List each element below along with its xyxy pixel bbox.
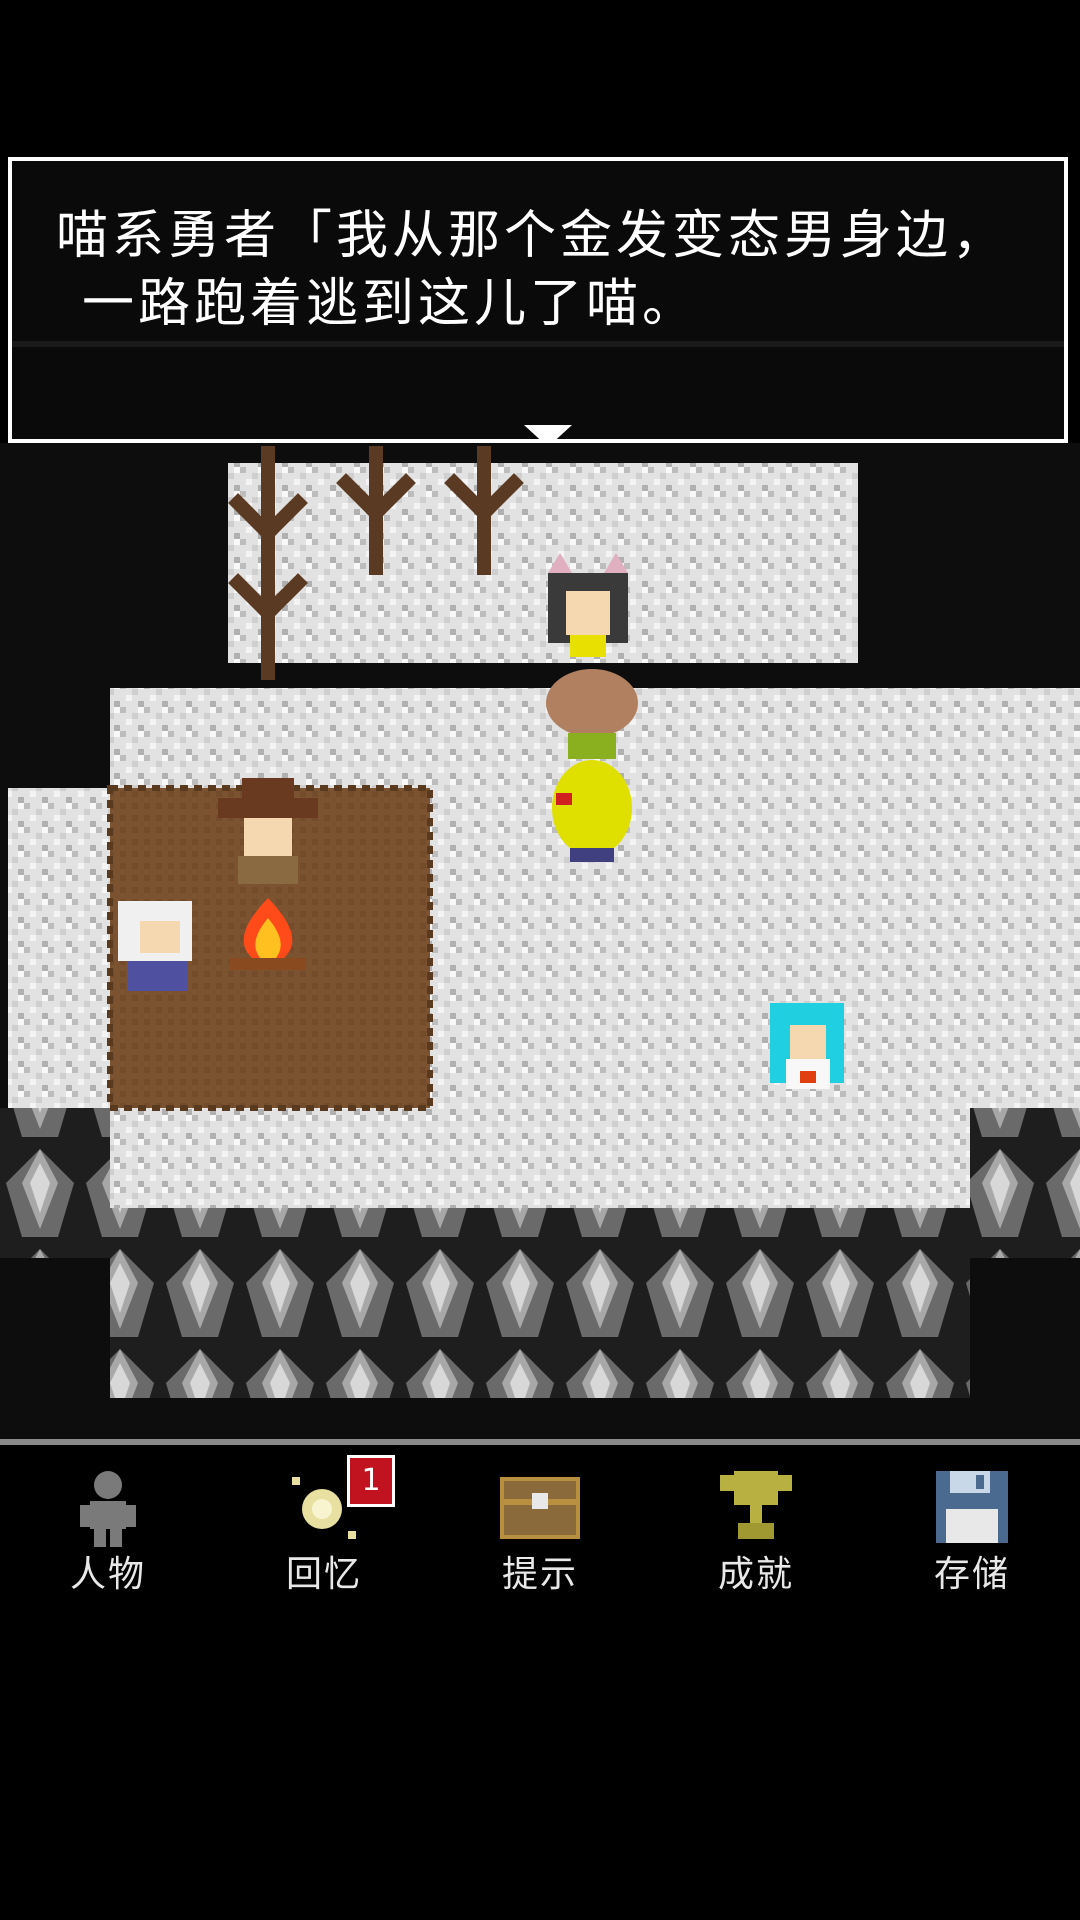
treasure-chest-icon bbox=[500, 1477, 580, 1539]
dialog-line-2: 一路跑着逃到这儿了喵。 bbox=[82, 274, 699, 334]
character-icon bbox=[80, 1471, 136, 1547]
menu-item-achievement[interactable]: 成就 bbox=[671, 1445, 841, 1625]
game-map[interactable] bbox=[0, 443, 1080, 1439]
menu-item-character[interactable]: 人物 bbox=[23, 1445, 193, 1625]
menu-label-achievement: 成就 bbox=[717, 1554, 794, 1595]
dialog-box[interactable]: 喵系勇者「我从那个金发变态男身边， 一路跑着逃到这儿了喵。 bbox=[8, 157, 1068, 447]
menu-label-save: 存储 bbox=[933, 1554, 1010, 1595]
memory-badge: 1 bbox=[347, 1455, 395, 1507]
menu-item-save[interactable]: 存储 bbox=[887, 1445, 1057, 1625]
menu-item-memory[interactable]: 1 回忆 bbox=[239, 1445, 409, 1625]
map-canvas bbox=[0, 443, 1080, 1439]
menu-item-hint[interactable]: 提示 bbox=[455, 1445, 625, 1625]
bottom-menu: 人物 1 回忆 提示 成就 存储 bbox=[0, 1445, 1080, 1625]
white-haired-girl-character[interactable] bbox=[118, 901, 192, 991]
menu-label-character: 人物 bbox=[69, 1554, 146, 1595]
dialog-line-1: 喵系勇者「我从那个金发变态男身边， bbox=[56, 206, 1009, 266]
dialog-separator bbox=[12, 341, 1064, 347]
trophy-icon bbox=[720, 1471, 792, 1539]
floppy-disk-icon bbox=[936, 1471, 1008, 1543]
menu-label-memory: 回忆 bbox=[285, 1554, 362, 1595]
menu-label-hint: 提示 bbox=[501, 1554, 578, 1595]
cyan-haired-girl-character[interactable] bbox=[770, 1003, 844, 1089]
